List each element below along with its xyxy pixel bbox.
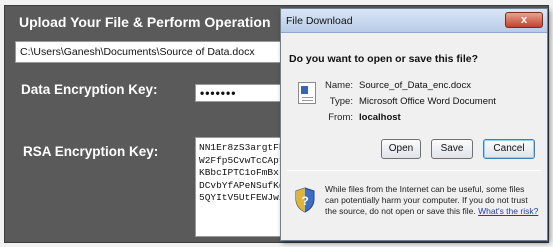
data-encryption-key-label: Data Encryption Key: bbox=[21, 82, 158, 97]
file-type-value: Microsoft Office Word Document bbox=[359, 96, 496, 107]
rsa-key-line: DCvbYfAPeNSufKd bbox=[199, 179, 285, 191]
dialog-divider bbox=[287, 170, 541, 171]
save-button[interactable]: Save bbox=[431, 139, 473, 159]
data-encryption-key-field[interactable]: ••••••• bbox=[195, 84, 285, 102]
svg-text:?: ? bbox=[301, 194, 308, 208]
dialog-titlebar[interactable]: File Download x bbox=[281, 9, 547, 33]
rsa-encryption-key-label: RSA Encryption Key: bbox=[23, 144, 159, 159]
close-button[interactable]: x bbox=[505, 12, 543, 28]
whats-the-risk-link[interactable]: What's the risk? bbox=[478, 206, 538, 216]
type-label: Type: bbox=[329, 96, 353, 107]
rsa-key-line: W2Ffp5CvwTcCApt bbox=[199, 154, 285, 166]
panel-title: Upload Your File & Perform Operation bbox=[19, 14, 271, 30]
file-download-dialog: File Download x Do you want to open or s… bbox=[280, 8, 548, 241]
file-name-value: Source_of_Data_enc.docx bbox=[359, 80, 471, 91]
open-button[interactable]: Open bbox=[381, 139, 421, 159]
file-path-input[interactable]: C:\Users\Ganesh\Documents\Source of Data… bbox=[15, 41, 315, 63]
rsa-key-line: KBbcIPTC1oFmBxr bbox=[199, 167, 285, 179]
dialog-body: Do you want to open or save this file? N… bbox=[281, 34, 547, 240]
rsa-key-line: NN1Er8zS3argtFh bbox=[199, 142, 285, 153]
dialog-question: Do you want to open or save this file? bbox=[289, 53, 479, 65]
from-label: From: bbox=[328, 112, 353, 123]
rsa-key-line: 5QYItV5UtFEWJwi bbox=[199, 192, 285, 204]
dialog-title: File Download bbox=[286, 15, 353, 27]
cancel-button[interactable]: Cancel bbox=[483, 139, 535, 159]
file-source-value: localhost bbox=[359, 112, 401, 123]
name-label: Name: bbox=[325, 80, 353, 91]
security-warning: While files from the Internet can be use… bbox=[325, 184, 540, 217]
shield-warning-icon: ? bbox=[295, 187, 315, 213]
